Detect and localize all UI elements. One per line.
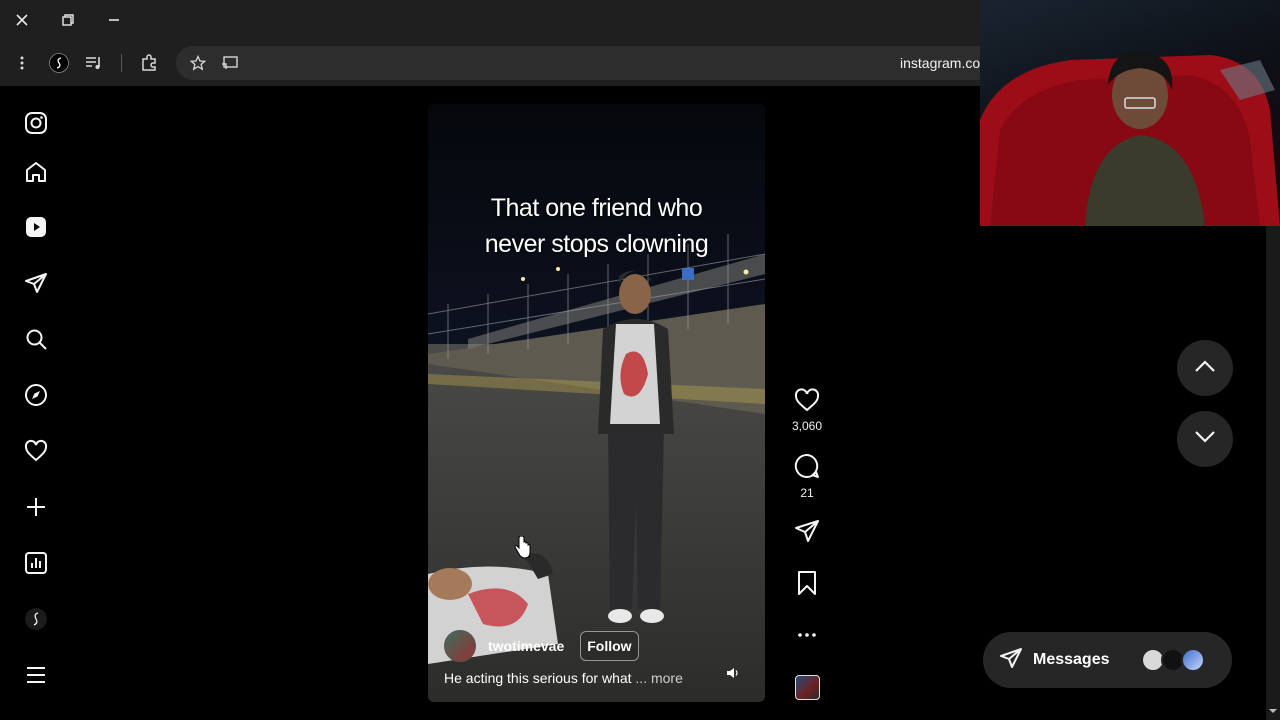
address-bar[interactable]	[176, 46, 996, 80]
bookmark-icon[interactable]	[796, 570, 818, 601]
toolbar-divider	[121, 54, 122, 72]
create-plus-icon[interactable]	[22, 493, 50, 521]
reel-overlay-caption-line1: That one friend who	[490, 194, 703, 222]
reel-caption[interactable]: He acting this serious for what ... more	[444, 670, 683, 686]
profile-avatar-icon[interactable]	[47, 51, 71, 75]
reel-video[interactable]: That one friend who never stops clowning…	[428, 104, 765, 702]
url-text[interactable]: instagram.co	[900, 55, 980, 71]
extensions-icon[interactable]	[137, 51, 161, 75]
messages-send-icon	[999, 646, 1023, 675]
home-icon[interactable]	[22, 158, 50, 186]
media-controls-icon[interactable]	[82, 51, 106, 75]
message-avatars	[1141, 648, 1205, 672]
reels-icon[interactable]	[22, 213, 50, 241]
bookmark-star-icon[interactable]	[186, 51, 210, 75]
next-reel-button[interactable]	[1177, 411, 1233, 467]
close-window-icon[interactable]	[10, 8, 34, 32]
reel-overlay-caption: That one friend who never stops clowning	[428, 190, 765, 262]
more-icon[interactable]	[797, 626, 817, 644]
like-action: 3,060	[787, 388, 827, 433]
share-action	[787, 518, 827, 549]
webcam-overlay	[980, 0, 1280, 226]
install-app-icon[interactable]	[218, 51, 242, 75]
notifications-heart-icon[interactable]	[22, 437, 50, 465]
like-heart-icon[interactable]	[794, 388, 820, 417]
webcam-feed-image	[980, 51, 1280, 226]
mouse-cursor-hand-icon	[512, 535, 532, 560]
chevron-down-icon	[1194, 430, 1216, 449]
messages-label: Messages	[1033, 651, 1110, 668]
reel-overlay-caption-line2: never stops clowning	[484, 230, 709, 258]
avatar	[1181, 648, 1205, 672]
threads-icon[interactable]	[22, 605, 50, 633]
explore-icon[interactable]	[22, 381, 50, 409]
more-options-action	[787, 626, 827, 644]
like-count[interactable]: 3,060	[792, 419, 822, 433]
comment-action: 21	[787, 453, 827, 500]
save-action	[787, 570, 827, 601]
restore-window-icon[interactable]	[56, 8, 80, 32]
author-avatar[interactable]	[444, 630, 476, 662]
sidebar-nav	[0, 86, 72, 720]
chevron-up-icon	[1194, 359, 1216, 378]
dashboard-icon[interactable]	[22, 549, 50, 577]
sound-toggle-icon[interactable]	[726, 666, 744, 684]
instagram-logo-icon[interactable]	[22, 109, 50, 137]
send-icon[interactable]	[22, 269, 50, 297]
author-username[interactable]: twotimevae	[488, 638, 564, 654]
previous-reel-button[interactable]	[1177, 340, 1233, 396]
minimize-window-icon[interactable]	[102, 8, 126, 32]
share-icon[interactable]	[794, 518, 820, 549]
browser-toolbar: instagram.co	[0, 40, 996, 86]
comment-icon[interactable]	[794, 453, 820, 484]
caption-more-link[interactable]: ... more	[635, 670, 682, 686]
browser-title-bar	[0, 0, 980, 40]
reel-caption-text: He acting this serious for what	[444, 670, 632, 686]
browser-menu-icon[interactable]	[10, 51, 34, 75]
menu-icon[interactable]	[22, 661, 50, 689]
follow-button[interactable]: Follow	[580, 631, 639, 661]
messages-button[interactable]: Messages	[983, 632, 1232, 688]
page-scrollbar[interactable]	[1266, 226, 1280, 720]
comment-count: 21	[800, 486, 814, 500]
scroll-down-arrow-icon[interactable]	[1266, 704, 1280, 718]
search-icon[interactable]	[22, 325, 50, 353]
reel-author-row: twotimevae Follow	[444, 630, 639, 662]
original-audio-thumbnail[interactable]	[795, 675, 820, 700]
